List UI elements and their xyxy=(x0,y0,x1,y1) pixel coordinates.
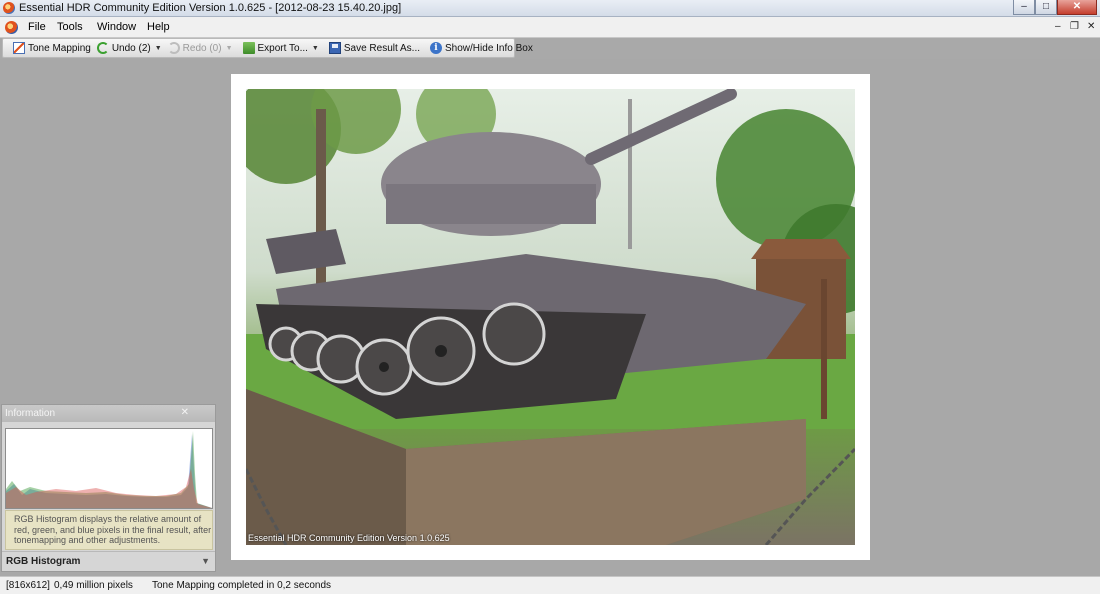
mdi-restore-button[interactable]: ❐ xyxy=(1070,21,1079,32)
show-hide-info-label: Show/Hide Info Box xyxy=(445,42,533,54)
tone-mapping-icon xyxy=(13,42,25,54)
status-bar: [816x612] 0,49 million pixels Tone Mappi… xyxy=(0,576,1100,594)
export-dropdown-icon[interactable]: ▼ xyxy=(312,45,319,52)
save-icon xyxy=(328,42,341,54)
document-icon[interactable] xyxy=(5,21,18,34)
tone-mapping-label: Tone Mapping xyxy=(28,42,91,54)
info-panel-section-label: RGB Histogram xyxy=(6,556,81,567)
info-panel-title: Information xyxy=(5,408,56,419)
histogram-chart xyxy=(6,431,212,508)
window-title: Essential HDR Community Edition Version … xyxy=(19,2,402,14)
rgb-histogram xyxy=(5,428,213,509)
info-panel-header: Information ✕ xyxy=(2,405,215,422)
result-image[interactable]: Essential HDR Community Edition Version … xyxy=(246,89,855,545)
undo-icon xyxy=(96,42,109,54)
maximize-button[interactable]: □ xyxy=(1035,0,1057,15)
status-pixels: 0,49 million pixels xyxy=(54,580,133,591)
histogram-red-channel xyxy=(6,469,212,508)
menu-bar: File Tools Window Help – ❐ ✕ xyxy=(0,17,1100,38)
export-label: Export To... xyxy=(257,42,308,54)
undo-dropdown-icon[interactable]: ▼ xyxy=(155,45,162,52)
status-dimensions: [816x612] xyxy=(6,580,50,591)
export-button[interactable]: Export To... ▼ xyxy=(240,39,322,57)
histogram-description: RGB Histogram displays the relative amou… xyxy=(5,510,213,550)
menu-file[interactable]: File xyxy=(28,21,46,33)
app-logo-icon xyxy=(3,2,15,14)
info-panel-close-icon[interactable]: ✕ xyxy=(181,407,189,418)
image-frame: Essential HDR Community Edition Version … xyxy=(231,74,870,560)
info-icon: i xyxy=(430,42,443,54)
info-panel-dropdown-icon[interactable]: ▼ xyxy=(201,556,210,566)
watermark-text: Essential HDR Community Edition Version … xyxy=(248,533,450,543)
menu-window[interactable]: Window xyxy=(97,21,136,33)
save-result-button[interactable]: Save Result As... xyxy=(326,39,423,57)
export-icon xyxy=(242,42,255,54)
redo-button[interactable]: Redo (0) ▼ xyxy=(165,39,236,57)
minimize-button[interactable]: ‒ xyxy=(1013,0,1035,15)
window-controls: ‒ □ ✕ xyxy=(1013,0,1097,16)
show-hide-info-button[interactable]: i Show/Hide Info Box xyxy=(427,39,536,57)
info-panel-footer: RGB Histogram ▼ xyxy=(2,551,215,571)
undo-button[interactable]: Undo (2) ▼ xyxy=(94,39,165,57)
redo-icon xyxy=(167,42,180,54)
save-result-label: Save Result As... xyxy=(343,42,421,54)
redo-dropdown-icon[interactable]: ▼ xyxy=(226,45,233,52)
mdi-close-button[interactable]: ✕ xyxy=(1087,21,1095,32)
mdi-minimize-button[interactable]: – xyxy=(1055,21,1061,32)
toolbar: Tone Mapping Undo (2) ▼ Redo (0) ▼ Expor… xyxy=(2,38,533,58)
undo-label: Undo (2) xyxy=(111,42,151,54)
status-message: Tone Mapping completed in 0,2 seconds xyxy=(152,580,332,591)
menu-tools[interactable]: Tools xyxy=(57,21,83,33)
menu-help[interactable]: Help xyxy=(147,21,170,33)
title-bar: Essential HDR Community Edition Version … xyxy=(0,0,1100,17)
tank-photo-illustration xyxy=(246,89,855,545)
redo-label: Redo (0) xyxy=(182,42,222,54)
info-panel: Information ✕ RGB Histogram displays the… xyxy=(1,404,216,572)
tone-mapping-button[interactable]: Tone Mapping xyxy=(10,39,94,57)
close-button[interactable]: ✕ xyxy=(1057,0,1097,15)
